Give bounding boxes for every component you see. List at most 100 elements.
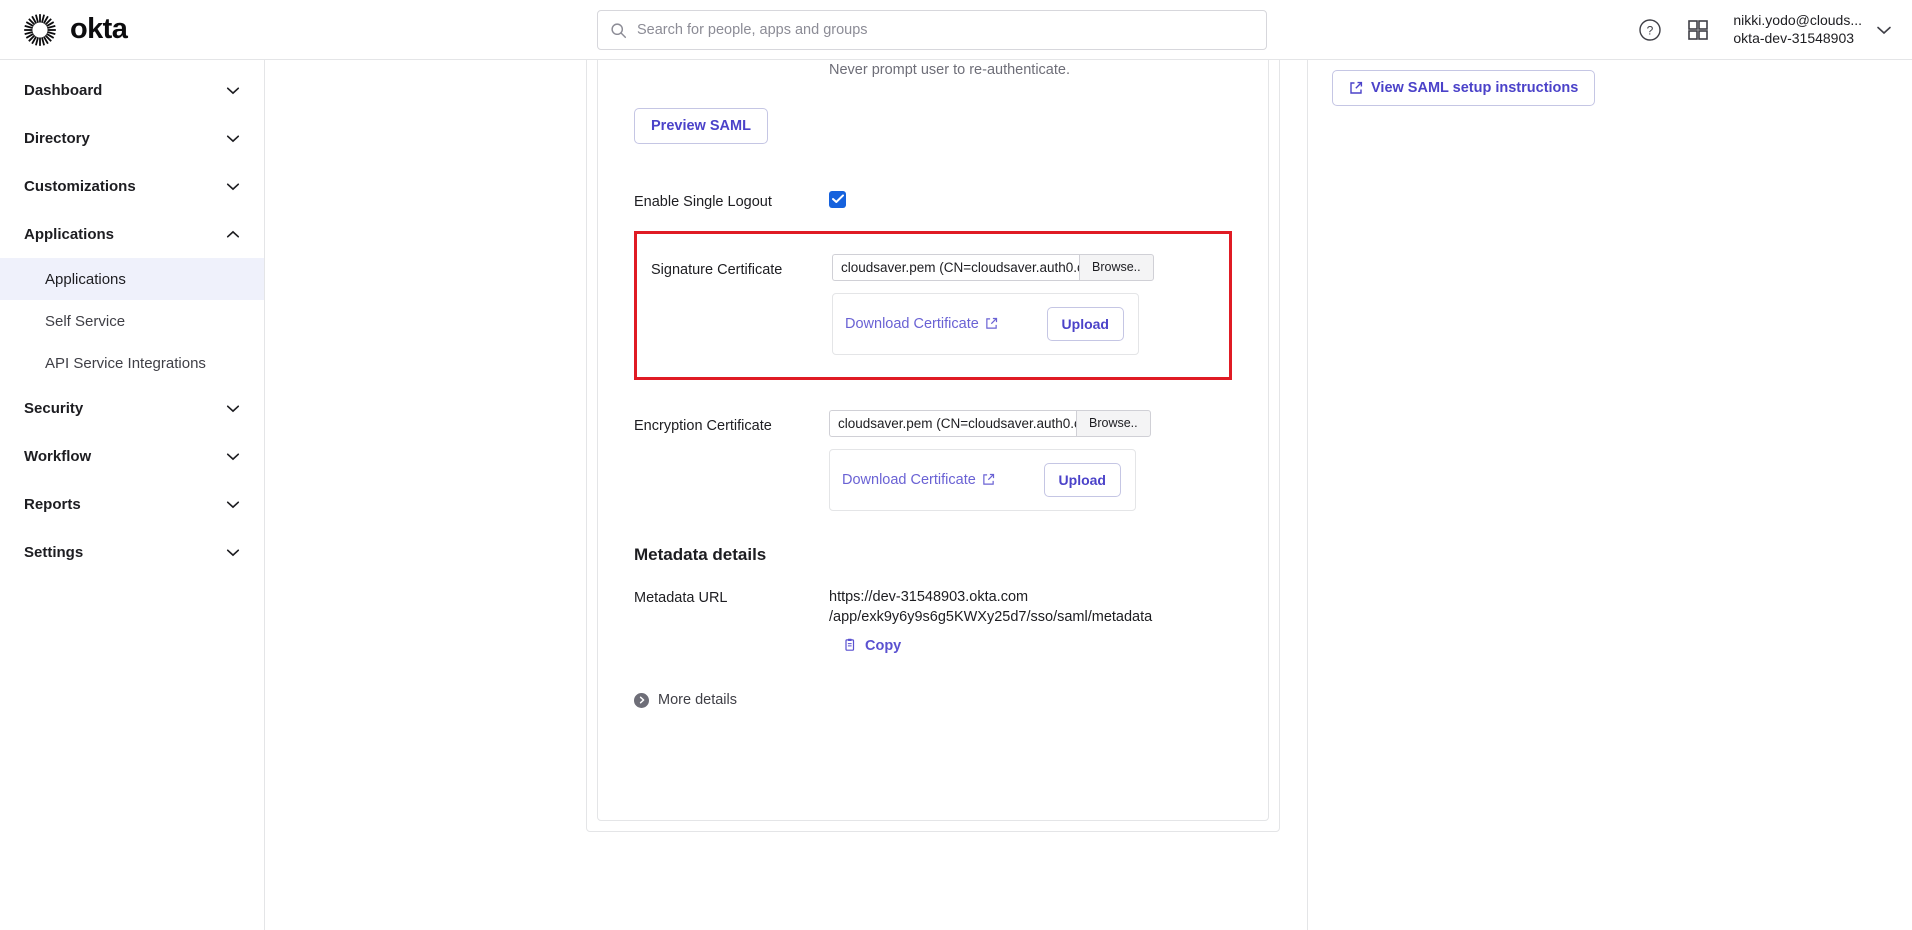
checkmark-icon: [831, 194, 844, 203]
sidebar-item-applications[interactable]: Applications: [0, 210, 264, 258]
search-input[interactable]: [637, 22, 1254, 38]
signature-certificate-download-label: Download Certificate: [845, 315, 979, 332]
okta-logo[interactable]: okta: [22, 12, 262, 48]
encryption-certificate-actions-panel: Download Certificate Upload: [829, 448, 1136, 511]
sidebar-label-reports: Reports: [24, 495, 81, 513]
sidebar-item-dashboard[interactable]: Dashboard: [0, 66, 264, 114]
view-saml-setup-instructions-button[interactable]: View SAML setup instructions: [1332, 70, 1596, 106]
disable-force-authentication-row: Disable Force Authentication Never promp…: [634, 60, 1232, 78]
metadata-details-heading: Metadata details: [634, 544, 767, 564]
sidebar-item-reports[interactable]: Reports: [0, 480, 264, 528]
view-saml-setup-instructions-label: View SAML setup instructions: [1371, 80, 1579, 96]
svg-text:?: ?: [1647, 24, 1654, 38]
sidebar-label-customizations: Customizations: [24, 177, 136, 195]
metadata-url-label: Metadata URL: [634, 589, 728, 606]
help-circle-icon: ?: [1639, 19, 1662, 41]
sidebar-label-security: Security: [24, 399, 84, 417]
metadata-url-control: https://dev-31548903.okta.com /app/exk9y…: [829, 587, 1232, 659]
external-link-icon: [986, 317, 997, 329]
left-sidebar-navigation: Dashboard Directory Customizations Appli…: [0, 60, 265, 930]
metadata-url-row: Metadata URL https://dev-31548903.okta.c…: [634, 587, 1232, 659]
disable-force-authentication-help: Never prompt user to re-authenticate.: [829, 61, 1070, 78]
user-identity: nikki.yodo@clouds... okta-dev-31548903: [1733, 12, 1862, 48]
encryption-certificate-control: cloudsaver.pem (CN=cloudsaver.auth0.cc B…: [829, 409, 1232, 511]
user-org: okta-dev-31548903: [1733, 30, 1855, 46]
sidebar-sublabel-self-service: Self Service: [45, 312, 126, 330]
chevron-down-icon: [226, 500, 240, 508]
saml-instructions-wrap: View SAML setup instructions: [1332, 70, 1596, 106]
sidebar-label-applications: Applications: [24, 225, 115, 243]
user-email: nikki.yodo@clouds...: [1733, 12, 1862, 29]
chevron-down-icon: [226, 134, 240, 142]
header-actions: ? nikki.yodo@clouds... okta-dev-31548903: [1637, 0, 1892, 60]
encryption-certificate-file-input[interactable]: cloudsaver.pem (CN=cloudsaver.auth0.cc: [829, 409, 1076, 437]
encryption-certificate-download-label: Download Certificate: [842, 471, 976, 488]
chevron-down-icon: [226, 548, 240, 556]
chevron-up-icon: [226, 230, 240, 238]
chevron-down-icon: [226, 404, 240, 412]
signature-certificate-actions-panel: Download Certificate Upload: [832, 292, 1139, 355]
sidebar-label-settings: Settings: [24, 543, 84, 561]
app-switcher-button[interactable]: [1685, 17, 1711, 43]
help-button[interactable]: ?: [1637, 17, 1663, 43]
encryption-certificate-row: Encryption Certificate cloudsaver.pem (C…: [634, 409, 1232, 511]
sidebar-item-workflow[interactable]: Workflow: [0, 432, 264, 480]
signature-certificate-file-input[interactable]: cloudsaver.pem (CN=cloudsaver.auth0.cc: [832, 253, 1079, 281]
global-search[interactable]: [597, 10, 1267, 50]
signature-certificate-highlight-box: Signature Certificate cloudsaver.pem (CN…: [634, 230, 1232, 380]
right-side-panel: View SAML setup instructions: [1309, 60, 1912, 930]
chevron-down-icon: [1877, 26, 1891, 35]
user-menu[interactable]: nikki.yodo@clouds... okta-dev-31548903: [1733, 12, 1892, 48]
search-icon: [611, 22, 627, 38]
metadata-url-line2: /app/exk9y6y9s6g5KWXy25d7/sso/saml/metad…: [829, 609, 1153, 626]
top-navigation-bar: okta ? nikki.yodo@clouds...: [0, 0, 1912, 60]
sidebar-sublabel-applications: Applications: [45, 270, 126, 288]
sidebar-sublabel-api-service-integrations: API Service Integrations: [45, 354, 206, 372]
chevron-down-icon: [226, 182, 240, 190]
encryption-certificate-upload-button[interactable]: Upload: [1043, 462, 1121, 497]
enable-single-logout-row: Enable Single Logout: [634, 190, 1232, 213]
external-link-icon: [1350, 81, 1363, 94]
app-grid-icon: [1688, 20, 1709, 40]
sidebar-label-directory: Directory: [24, 129, 90, 147]
sidebar-item-self-service[interactable]: Self Service: [0, 300, 264, 342]
enable-single-logout-label: Enable Single Logout: [634, 193, 772, 210]
chevron-down-icon: [226, 86, 240, 94]
disable-force-authentication-control: Never prompt user to re-authenticate.: [829, 60, 1232, 78]
encryption-certificate-browse-button[interactable]: Browse..: [1076, 409, 1151, 437]
signature-certificate-file-row: cloudsaver.pem (CN=cloudsaver.auth0.cc B…: [832, 253, 1211, 281]
more-details-toggle[interactable]: More details: [634, 692, 737, 708]
signature-certificate-browse-button[interactable]: Browse..: [1079, 253, 1154, 281]
external-link-icon: [983, 473, 994, 485]
preview-saml-row: Preview SAML: [634, 107, 1232, 144]
chevron-right-icon: [639, 696, 644, 704]
more-details-label: More details: [658, 692, 737, 709]
metadata-url-line1: https://dev-31548903.okta.com: [829, 588, 1029, 605]
encryption-certificate-download-link[interactable]: Download Certificate: [842, 472, 995, 488]
signature-certificate-upload-button[interactable]: Upload: [1046, 306, 1124, 341]
saml-settings-panel: Disable Force Authentication Never promp…: [597, 60, 1269, 821]
sign-on-settings-card: Disable Force Authentication Never promp…: [586, 60, 1280, 832]
sidebar-item-customizations[interactable]: Customizations: [0, 162, 264, 210]
enable-single-logout-control: [829, 190, 1232, 210]
sidebar-item-applications-applications[interactable]: Applications: [0, 258, 264, 300]
sidebar-item-security[interactable]: Security: [0, 384, 264, 432]
signature-certificate-download-link[interactable]: Download Certificate: [845, 316, 998, 332]
main-content-area: Disable Force Authentication Never promp…: [266, 60, 1308, 930]
signature-certificate-label: Signature Certificate: [651, 261, 783, 278]
metadata-url-copy-button[interactable]: Copy: [843, 638, 901, 654]
metadata-url-copy-label: Copy: [865, 637, 902, 654]
sidebar-label-workflow: Workflow: [24, 447, 92, 465]
okta-sunburst-logo-icon: [24, 13, 56, 46]
enable-single-logout-checkbox[interactable]: [829, 190, 846, 208]
sidebar-label-dashboard: Dashboard: [24, 81, 103, 99]
circle-chevron-right-icon: [634, 692, 649, 708]
signature-certificate-control: cloudsaver.pem (CN=cloudsaver.auth0.cc B…: [832, 253, 1211, 355]
sidebar-item-directory[interactable]: Directory: [0, 114, 264, 162]
sidebar-item-api-service-integrations[interactable]: API Service Integrations: [0, 342, 264, 384]
clipboard-icon: [845, 638, 855, 651]
encryption-certificate-label: Encryption Certificate: [634, 417, 772, 434]
sidebar-item-settings[interactable]: Settings: [0, 528, 264, 576]
preview-saml-button[interactable]: Preview SAML: [634, 107, 768, 144]
signature-certificate-row: Signature Certificate cloudsaver.pem (CN…: [651, 253, 1211, 355]
